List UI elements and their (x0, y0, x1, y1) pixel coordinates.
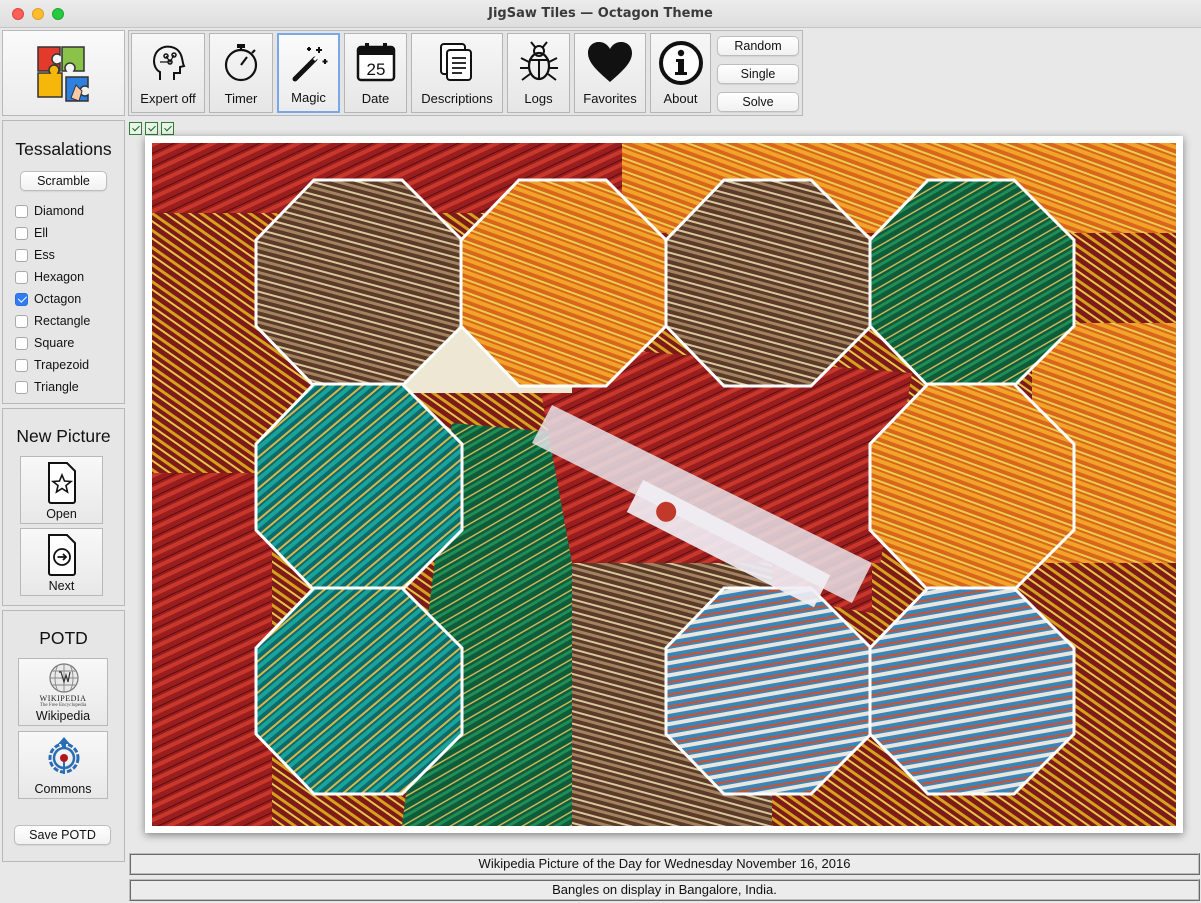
tessellation-option-label: Diamond (34, 204, 85, 218)
stopwatch-icon (224, 44, 258, 82)
single-button[interactable]: Single (717, 64, 799, 84)
commons-label: Commons (34, 782, 92, 796)
tessellation-option-label: Ess (34, 248, 55, 262)
info-icon (658, 41, 703, 85)
solve-button[interactable]: Solve (717, 92, 799, 112)
expert-label: Expert off (140, 91, 196, 106)
check-icon (145, 122, 158, 135)
tessellation-option-rectangle[interactable]: Rectangle (15, 312, 90, 330)
app-logo (2, 30, 125, 116)
tessellation-option-ess[interactable]: Ess (15, 246, 55, 264)
toolbar: Expert off Timer Magic 25 Date Descripti… (128, 30, 803, 116)
tessellation-option-label: Hexagon (34, 270, 85, 284)
potd-panel: POTD WIKIPEDIA The Free Encyclopedia Wik… (2, 610, 125, 862)
random-button[interactable]: Random (717, 36, 799, 56)
checkbox[interactable] (15, 248, 28, 262)
magic-label: Magic (291, 90, 326, 105)
bangles-photo (152, 143, 1176, 826)
checkbox[interactable] (15, 226, 28, 240)
about-button[interactable]: About (650, 33, 711, 113)
status-caption: Bangles on display in Bangalore, India. (129, 879, 1200, 901)
calendar-icon: 25 (356, 43, 395, 82)
tessellation-option-label: Triangle (34, 380, 79, 394)
wikipedia-wordmark: WIKIPEDIA (39, 694, 87, 703)
timer-label: Timer (224, 91, 258, 106)
about-label: About (663, 91, 698, 106)
tessellation-option-label: Ell (34, 226, 48, 240)
tessellation-option-trapezoid[interactable]: Trapezoid (15, 356, 89, 374)
app-window: JigSaw Tiles — Octagon Theme Expert off (0, 0, 1201, 903)
scramble-button[interactable]: Scramble (20, 171, 107, 191)
magic-wand-icon (292, 47, 327, 82)
commons-button[interactable]: Commons (18, 731, 108, 799)
checkbox[interactable] (15, 204, 28, 218)
checkbox[interactable] (15, 336, 28, 350)
new-picture-panel: New Picture Open Next (2, 408, 125, 606)
tessellation-option-triangle[interactable]: Triangle (15, 378, 79, 396)
open-button[interactable]: Open (20, 456, 103, 524)
open-label: Open (46, 507, 77, 521)
checkbox[interactable] (15, 358, 28, 372)
wikipedia-button[interactable]: WIKIPEDIA The Free Encyclopedia Wikipedi… (18, 658, 108, 726)
tessellation-option-label: Trapezoid (34, 358, 90, 372)
expert-toggle-button[interactable]: Expert off (131, 33, 205, 113)
checkbox[interactable] (15, 292, 28, 306)
logs-button[interactable]: Logs (507, 33, 570, 113)
checkbox[interactable] (15, 380, 28, 394)
tessellation-option-label: Square (34, 336, 75, 350)
tessellations-title: Tessalations (15, 139, 112, 159)
tessellation-option-diamond[interactable]: Diamond (15, 202, 84, 220)
descriptions-label: Descriptions (421, 91, 493, 106)
date-button[interactable]: 25 Date (344, 33, 407, 113)
calendar-day: 25 (366, 60, 385, 79)
tessellation-option-label: Octagon (34, 292, 82, 306)
tessellation-option-octagon[interactable]: Octagon (15, 290, 81, 308)
puzzle-frame (145, 136, 1183, 833)
window-title: JigSaw Tiles — Octagon Theme (488, 6, 713, 21)
check-icon (129, 122, 142, 135)
checkbox[interactable] (15, 270, 28, 284)
save-potd-button[interactable]: Save POTD (14, 825, 111, 845)
puzzle-logo-icon (36, 46, 89, 102)
puzzle-actions: Random Single Solve (715, 33, 802, 113)
favorites-label: Favorites (583, 91, 637, 106)
timer-button[interactable]: Timer (209, 33, 273, 113)
checkbox[interactable] (15, 314, 28, 328)
tessellation-option-ell[interactable]: Ell (15, 224, 48, 242)
documents-icon (440, 43, 472, 81)
descriptions-button[interactable]: Descriptions (411, 33, 503, 113)
tessellation-option-square[interactable]: Square (15, 334, 74, 352)
bug-icon (519, 41, 558, 81)
wikipedia-globe-icon (49, 663, 79, 693)
next-button[interactable]: Next (20, 528, 103, 596)
wikipedia-tagline: The Free Encyclopedia (39, 703, 87, 708)
brain-head-icon (153, 45, 186, 80)
puzzle-board[interactable] (152, 143, 1176, 826)
magic-button[interactable]: Magic (277, 33, 340, 113)
next-document-icon (48, 534, 76, 576)
check-icon (161, 122, 174, 135)
tessellation-option-label: Rectangle (34, 314, 91, 328)
wikipedia-label: Wikipedia (35, 709, 91, 723)
tessellation-option-hexagon[interactable]: Hexagon (15, 268, 84, 286)
status-potd-date: Wikipedia Picture of the Day for Wednesd… (129, 853, 1200, 875)
title-bar: JigSaw Tiles — Octagon Theme (0, 0, 1201, 28)
open-star-document-icon (48, 462, 76, 504)
next-label: Next (48, 579, 75, 593)
piece-status-checks (129, 122, 174, 135)
favorites-button[interactable]: Favorites (574, 33, 646, 113)
tessellations-panel: Tessalations Scramble Diamond Ell Ess Hexag… (2, 120, 125, 404)
date-label: Date (361, 91, 390, 106)
logs-label: Logs (524, 91, 553, 106)
commons-logo-icon (48, 737, 80, 774)
heart-icon (588, 42, 632, 82)
new-picture-title: New Picture (16, 426, 111, 446)
potd-title: POTD (39, 628, 88, 648)
